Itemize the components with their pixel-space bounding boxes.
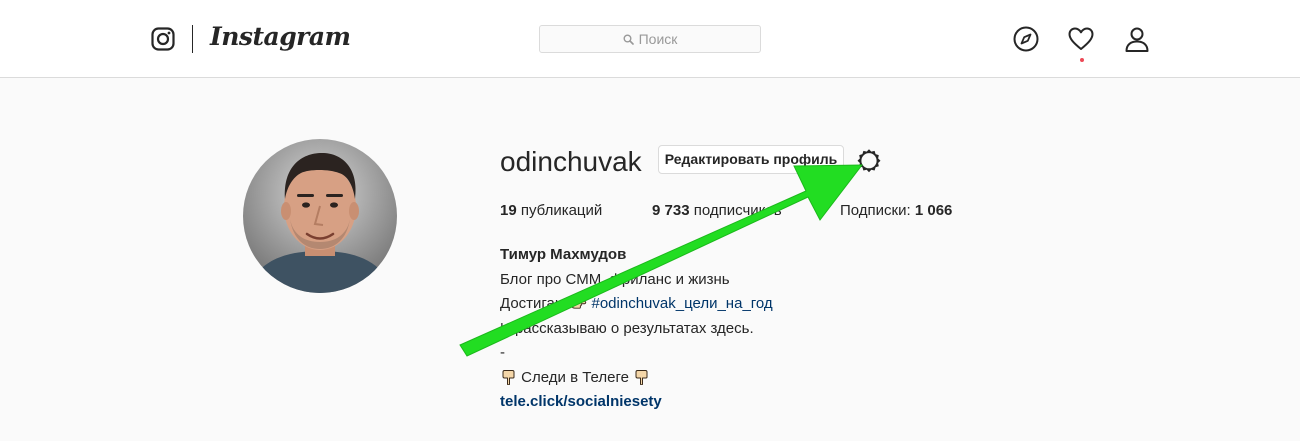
profile-username: odinchuvak bbox=[500, 146, 642, 177]
posts-count-stat: 19 публикаций bbox=[500, 202, 602, 220]
bio-line-2-prefix: Достигаю bbox=[500, 295, 567, 312]
edit-profile-button[interactable]: Редактировать профиль bbox=[658, 145, 844, 174]
bio-line-5-text: Следи в Телеге bbox=[521, 368, 629, 386]
bio-line-1: Блог про СММ, фриланс и жизнь bbox=[500, 270, 730, 288]
compass-icon[interactable] bbox=[1012, 25, 1040, 53]
instagram-wordmark[interactable]: Instagram bbox=[210, 22, 351, 51]
search-placeholder: Поиск bbox=[638, 31, 678, 47]
person-icon[interactable] bbox=[1123, 25, 1151, 53]
hand-pointing-right-icon bbox=[571, 298, 587, 309]
search-icon bbox=[623, 34, 634, 45]
hand-pointing-down-icon bbox=[635, 369, 648, 385]
posts-label: публикаций bbox=[520, 202, 603, 219]
hand-pointing-down-icon bbox=[502, 369, 515, 385]
logo-divider bbox=[192, 25, 193, 53]
profile-bio: Тимур Махмудов Блог про СММ, фриланс и ж… bbox=[500, 243, 773, 415]
top-navigation-bar: Instagram Поиск bbox=[0, 0, 1300, 78]
instagram-camera-icon[interactable] bbox=[151, 27, 175, 51]
gear-icon[interactable] bbox=[856, 147, 882, 173]
bio-line-4: - bbox=[500, 344, 505, 361]
activity-notification-dot bbox=[1080, 58, 1084, 62]
followers-link[interactable]: 9 733 подписчиков bbox=[652, 202, 782, 220]
bio-line-3: И рассказываю о результатах здесь. bbox=[500, 319, 754, 337]
bio-hashtag-link[interactable]: #odinchuvak_цели_на_год bbox=[592, 295, 773, 312]
followers-count: 9 733 bbox=[652, 202, 690, 219]
following-label: Подписки: bbox=[840, 202, 911, 219]
following-count: 1 066 bbox=[914, 202, 953, 219]
posts-count: 19 bbox=[500, 202, 517, 219]
heart-icon[interactable] bbox=[1067, 25, 1095, 53]
bio-line-5: Следи в Телеге bbox=[500, 366, 773, 391]
bio-external-link[interactable]: tele.click/socialniesety bbox=[500, 390, 773, 415]
search-input[interactable]: Поиск bbox=[539, 25, 761, 53]
followers-label: подписчиков bbox=[693, 202, 782, 219]
following-link[interactable]: Подписки: 1 066 bbox=[840, 202, 952, 220]
bio-line-2: Достигаю #odinchuvak_цели_на_год bbox=[500, 292, 773, 317]
bio-full-name: Тимур Махмудов bbox=[500, 246, 627, 263]
profile-avatar[interactable] bbox=[243, 139, 397, 293]
